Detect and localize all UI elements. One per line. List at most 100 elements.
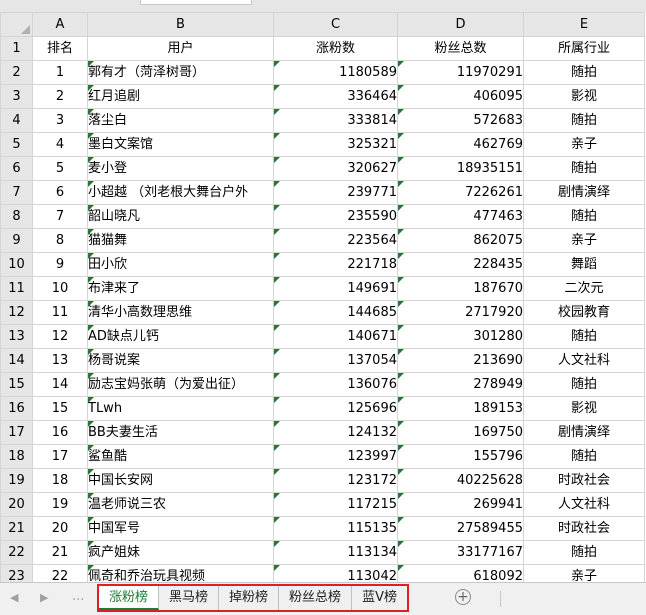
tab-bluev-rank[interactable]: 蓝V榜 <box>352 586 407 610</box>
total-cell[interactable]: 189153 <box>397 396 524 421</box>
industry-cell[interactable]: 随拍 <box>523 444 645 469</box>
total-cell[interactable]: 2717920 <box>397 300 524 325</box>
row-header[interactable]: 17 <box>0 420 33 445</box>
rank-cell[interactable]: 10 <box>32 276 88 301</box>
gain-cell[interactable]: 115135 <box>273 516 398 541</box>
rank-cell[interactable]: 3 <box>32 108 88 133</box>
row-header[interactable]: 16 <box>0 396 33 421</box>
total-cell[interactable]: 11970291 <box>397 60 524 85</box>
user-cell[interactable]: 郭有才（菏泽树哥） <box>87 60 274 85</box>
total-cell[interactable]: 572683 <box>397 108 524 133</box>
header-cell-user[interactable]: 用户 <box>87 36 274 61</box>
total-cell[interactable]: 406095 <box>397 84 524 109</box>
total-cell[interactable]: 27589455 <box>397 516 524 541</box>
row-header[interactable]: 1 <box>0 36 33 61</box>
gain-cell[interactable]: 239771 <box>273 180 398 205</box>
row-header[interactable]: 15 <box>0 372 33 397</box>
total-cell[interactable]: 169750 <box>397 420 524 445</box>
total-cell[interactable]: 278949 <box>397 372 524 397</box>
row-header[interactable]: 19 <box>0 468 33 493</box>
user-cell[interactable]: 鲨鱼酷 <box>87 444 274 469</box>
total-cell[interactable]: 187670 <box>397 276 524 301</box>
header-cell-rank[interactable]: 排名 <box>32 36 88 61</box>
user-cell[interactable]: 杨哥说案 <box>87 348 274 373</box>
industry-cell[interactable]: 随拍 <box>523 540 645 565</box>
gain-cell[interactable]: 333814 <box>273 108 398 133</box>
column-header-e[interactable]: E <box>523 12 645 37</box>
user-cell[interactable]: 清华小高数理思维 <box>87 300 274 325</box>
total-cell[interactable]: 7226261 <box>397 180 524 205</box>
row-header[interactable]: 4 <box>0 108 33 133</box>
total-cell[interactable]: 40225628 <box>397 468 524 493</box>
rank-cell[interactable]: 1 <box>32 60 88 85</box>
total-cell[interactable]: 155796 <box>397 444 524 469</box>
industry-cell[interactable]: 影视 <box>523 396 645 421</box>
tab-total-rank[interactable]: 粉丝总榜 <box>279 586 353 610</box>
gain-cell[interactable]: 123172 <box>273 468 398 493</box>
user-cell[interactable]: 疯产姐妹 <box>87 540 274 565</box>
industry-cell[interactable]: 人文社科 <box>523 492 645 517</box>
industry-cell[interactable]: 随拍 <box>523 324 645 349</box>
user-cell[interactable]: AD缺点儿钙 <box>87 324 274 349</box>
rank-cell[interactable]: 19 <box>32 492 88 517</box>
add-sheet-icon[interactable]: + <box>455 589 471 605</box>
gain-cell[interactable]: 117215 <box>273 492 398 517</box>
user-cell[interactable]: 麦小登 <box>87 156 274 181</box>
rank-cell[interactable]: 14 <box>32 372 88 397</box>
gain-cell[interactable]: 123997 <box>273 444 398 469</box>
industry-cell[interactable]: 亲子 <box>523 132 645 157</box>
user-cell[interactable]: 中国长安网 <box>87 468 274 493</box>
header-cell-gain[interactable]: 涨粉数 <box>273 36 398 61</box>
row-header[interactable]: 8 <box>0 204 33 229</box>
gain-cell[interactable]: 125696 <box>273 396 398 421</box>
industry-cell[interactable]: 剧情演绎 <box>523 180 645 205</box>
user-cell[interactable]: 韶山晓凡 <box>87 204 274 229</box>
gain-cell[interactable]: 1180589 <box>273 60 398 85</box>
gain-cell[interactable]: 144685 <box>273 300 398 325</box>
total-cell[interactable]: 862075 <box>397 228 524 253</box>
scroll-right-icon[interactable]: ▶ <box>40 591 48 604</box>
industry-cell[interactable]: 时政社会 <box>523 516 645 541</box>
header-cell-industry[interactable]: 所属行业 <box>523 36 645 61</box>
user-cell[interactable]: 小超越 （刘老根大舞台户外 <box>87 180 274 205</box>
gain-cell[interactable]: 137054 <box>273 348 398 373</box>
total-cell[interactable]: 269941 <box>397 492 524 517</box>
tab-loss-rank[interactable]: 掉粉榜 <box>219 586 280 610</box>
row-header[interactable]: 3 <box>0 84 33 109</box>
rank-cell[interactable]: 2 <box>32 84 88 109</box>
user-cell[interactable]: 红月追剧 <box>87 84 274 109</box>
gain-cell[interactable]: 223564 <box>273 228 398 253</box>
row-header[interactable]: 10 <box>0 252 33 277</box>
rank-cell[interactable]: 8 <box>32 228 88 253</box>
industry-cell[interactable]: 亲子 <box>523 228 645 253</box>
select-all-corner[interactable] <box>0 12 33 37</box>
industry-cell[interactable]: 时政社会 <box>523 468 645 493</box>
rank-cell[interactable]: 13 <box>32 348 88 373</box>
column-header-b[interactable]: B <box>87 12 274 37</box>
industry-cell[interactable]: 剧情演绎 <box>523 420 645 445</box>
user-cell[interactable]: 布津来了 <box>87 276 274 301</box>
industry-cell[interactable]: 校园教育 <box>523 300 645 325</box>
user-cell[interactable]: BB夫妻生活 <box>87 420 274 445</box>
rank-cell[interactable]: 17 <box>32 444 88 469</box>
column-header-d[interactable]: D <box>397 12 524 37</box>
row-header[interactable]: 14 <box>0 348 33 373</box>
total-cell[interactable]: 213690 <box>397 348 524 373</box>
user-cell[interactable]: 猫猫舞 <box>87 228 274 253</box>
row-header[interactable]: 22 <box>0 540 33 565</box>
industry-cell[interactable]: 影视 <box>523 84 645 109</box>
user-cell[interactable]: 田小欣 <box>87 252 274 277</box>
gain-cell[interactable]: 113134 <box>273 540 398 565</box>
industry-cell[interactable]: 随拍 <box>523 372 645 397</box>
row-header[interactable]: 9 <box>0 228 33 253</box>
total-cell[interactable]: 462769 <box>397 132 524 157</box>
rank-cell[interactable]: 4 <box>32 132 88 157</box>
rank-cell[interactable]: 6 <box>32 180 88 205</box>
rank-cell[interactable]: 18 <box>32 468 88 493</box>
industry-cell[interactable]: 人文社科 <box>523 348 645 373</box>
column-header-c[interactable]: C <box>273 12 398 37</box>
rank-cell[interactable]: 5 <box>32 156 88 181</box>
user-cell[interactable]: 温老师说三农 <box>87 492 274 517</box>
row-header[interactable]: 5 <box>0 132 33 157</box>
scroll-left-icon[interactable]: ◀ <box>10 591 18 604</box>
